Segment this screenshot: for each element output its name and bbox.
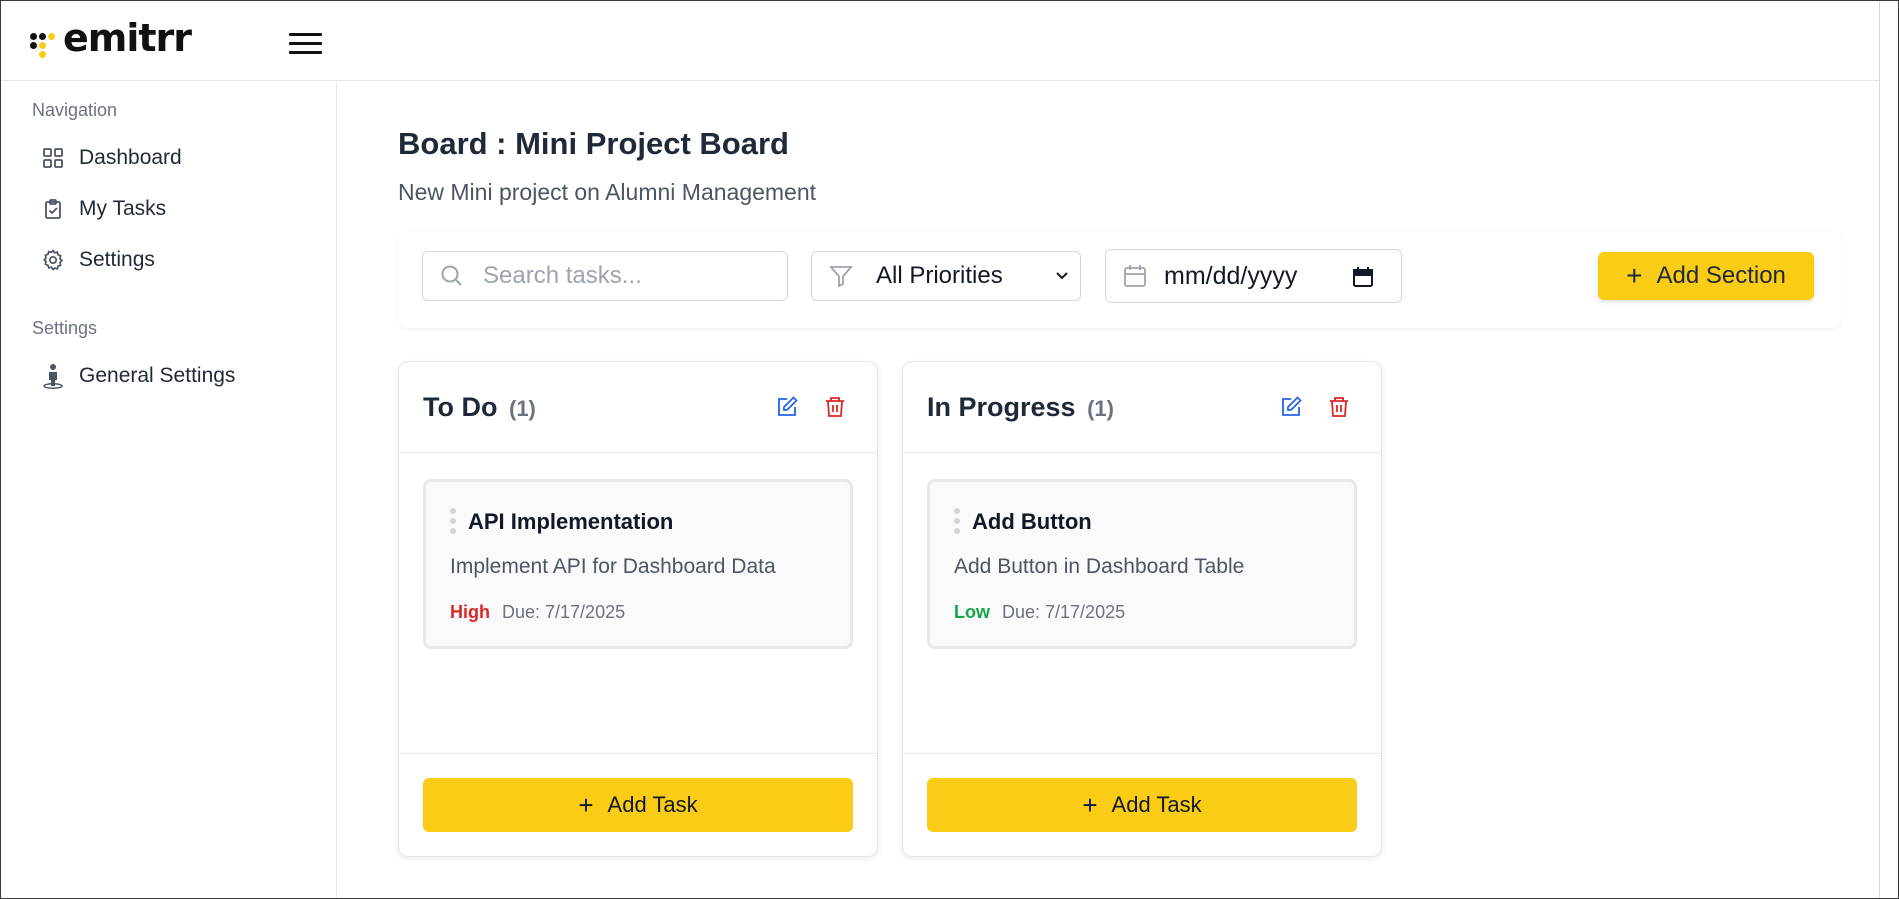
logo-text: emitrr (63, 16, 192, 60)
filter-bar: Search tasks... All Priorities mm/dd/yyy… (398, 232, 1841, 328)
trash-icon[interactable] (823, 395, 847, 419)
calendar-icon (1124, 265, 1146, 287)
plus-icon: + (1082, 790, 1098, 820)
main-content: Board : Mini Project Board New Mini proj… (338, 82, 1881, 898)
chevron-down-icon (1056, 272, 1068, 280)
add-task-button[interactable]: + Add Task (423, 778, 853, 832)
emitrr-logo[interactable]: emitrr (30, 16, 192, 60)
search-placeholder: Search tasks... (483, 262, 642, 289)
logo-mark-icon (30, 23, 57, 58)
filter-icon (829, 266, 853, 288)
sidebar-item-label: General Settings (79, 364, 236, 387)
sidebar-item-general-settings[interactable]: General Settings (41, 361, 235, 391)
task-title: Add Button (972, 509, 1092, 534)
task-card[interactable]: Add Button Add Button in Dashboard Table… (927, 479, 1357, 649)
sidebar-item-my-tasks[interactable]: My Tasks (41, 194, 166, 224)
hamburger-menu-icon[interactable] (289, 30, 322, 56)
edit-icon[interactable] (775, 395, 799, 419)
window-scrollbar[interactable] (1879, 1, 1898, 898)
date-picker-icon[interactable] (1351, 265, 1375, 289)
edit-icon[interactable] (1279, 395, 1303, 419)
column-count: (1) (1087, 396, 1114, 421)
board-description: New Mini project on Alumni Management (398, 179, 817, 205)
column-title-text: To Do (423, 392, 498, 422)
task-meta: Low Due: 7/17/2025 (954, 602, 1125, 623)
task-description: Implement API for Dashboard Data (450, 555, 776, 578)
column-footer: + Add Task (903, 753, 1381, 856)
clipboard-check-icon (41, 197, 65, 221)
due-date: Due: 7/17/2025 (1002, 602, 1126, 622)
column-title-text: In Progress (927, 392, 1076, 422)
priority-select[interactable]: All Priorities (811, 251, 1081, 301)
drag-handle-icon[interactable] (954, 508, 960, 534)
add-task-button[interactable]: + Add Task (927, 778, 1357, 832)
sidebar-item-label: Settings (79, 248, 155, 271)
page-title: Board : Mini Project Board (398, 126, 789, 161)
column-title: In Progress (1) (927, 392, 1114, 423)
priority-badge: Low (954, 602, 990, 622)
date-placeholder: mm/dd/yyyy (1164, 261, 1298, 290)
sidebar-item-label: Dashboard (79, 146, 182, 169)
sidebar-item-dashboard[interactable]: Dashboard (41, 143, 182, 173)
search-icon (441, 265, 462, 286)
search-input[interactable]: Search tasks... (422, 251, 788, 301)
app-window: emitrr Navigation Dashboard My Tasks Set… (0, 0, 1899, 899)
task-description: Add Button in Dashboard Table (954, 555, 1245, 578)
sidebar-heading-settings: Settings (32, 318, 98, 338)
column-header: To Do (1) (399, 362, 877, 453)
add-task-label: Add Task (607, 792, 698, 817)
column-title: To Do (1) (423, 392, 536, 423)
sidebar: Navigation Dashboard My Tasks Settings S… (1, 82, 337, 898)
sidebar-heading-navigation: Navigation (32, 100, 118, 120)
add-section-button[interactable]: + Add Section (1598, 252, 1814, 300)
trash-icon[interactable] (1327, 395, 1351, 419)
person-icon (41, 364, 65, 389)
priority-selected-value: All Priorities (876, 262, 1003, 289)
add-task-label: Add Task (1111, 792, 1202, 817)
column-count: (1) (509, 396, 536, 421)
column-to-do: To Do (1) API Implementation Implement A… (398, 361, 878, 857)
task-title: API Implementation (468, 509, 674, 534)
column-footer: + Add Task (399, 753, 877, 856)
plus-icon: + (578, 790, 594, 820)
top-bar: emitrr (1, 1, 1881, 81)
add-section-label: Add Section (1656, 262, 1786, 289)
priority-badge: High (450, 602, 490, 622)
sidebar-item-label: My Tasks (79, 197, 167, 220)
due-date: Due: 7/17/2025 (502, 602, 626, 622)
task-meta: High Due: 7/17/2025 (450, 602, 625, 623)
grid-icon (41, 146, 65, 170)
gear-icon (41, 248, 65, 272)
sidebar-item-settings[interactable]: Settings (41, 245, 155, 275)
plus-icon: + (1626, 260, 1643, 291)
column-header: In Progress (1) (903, 362, 1381, 453)
task-card[interactable]: API Implementation Implement API for Das… (423, 479, 853, 649)
column-in-progress: In Progress (1) Add Button Add Button in… (902, 361, 1382, 857)
drag-handle-icon[interactable] (450, 508, 456, 534)
due-date-input[interactable]: mm/dd/yyyy (1105, 249, 1402, 303)
